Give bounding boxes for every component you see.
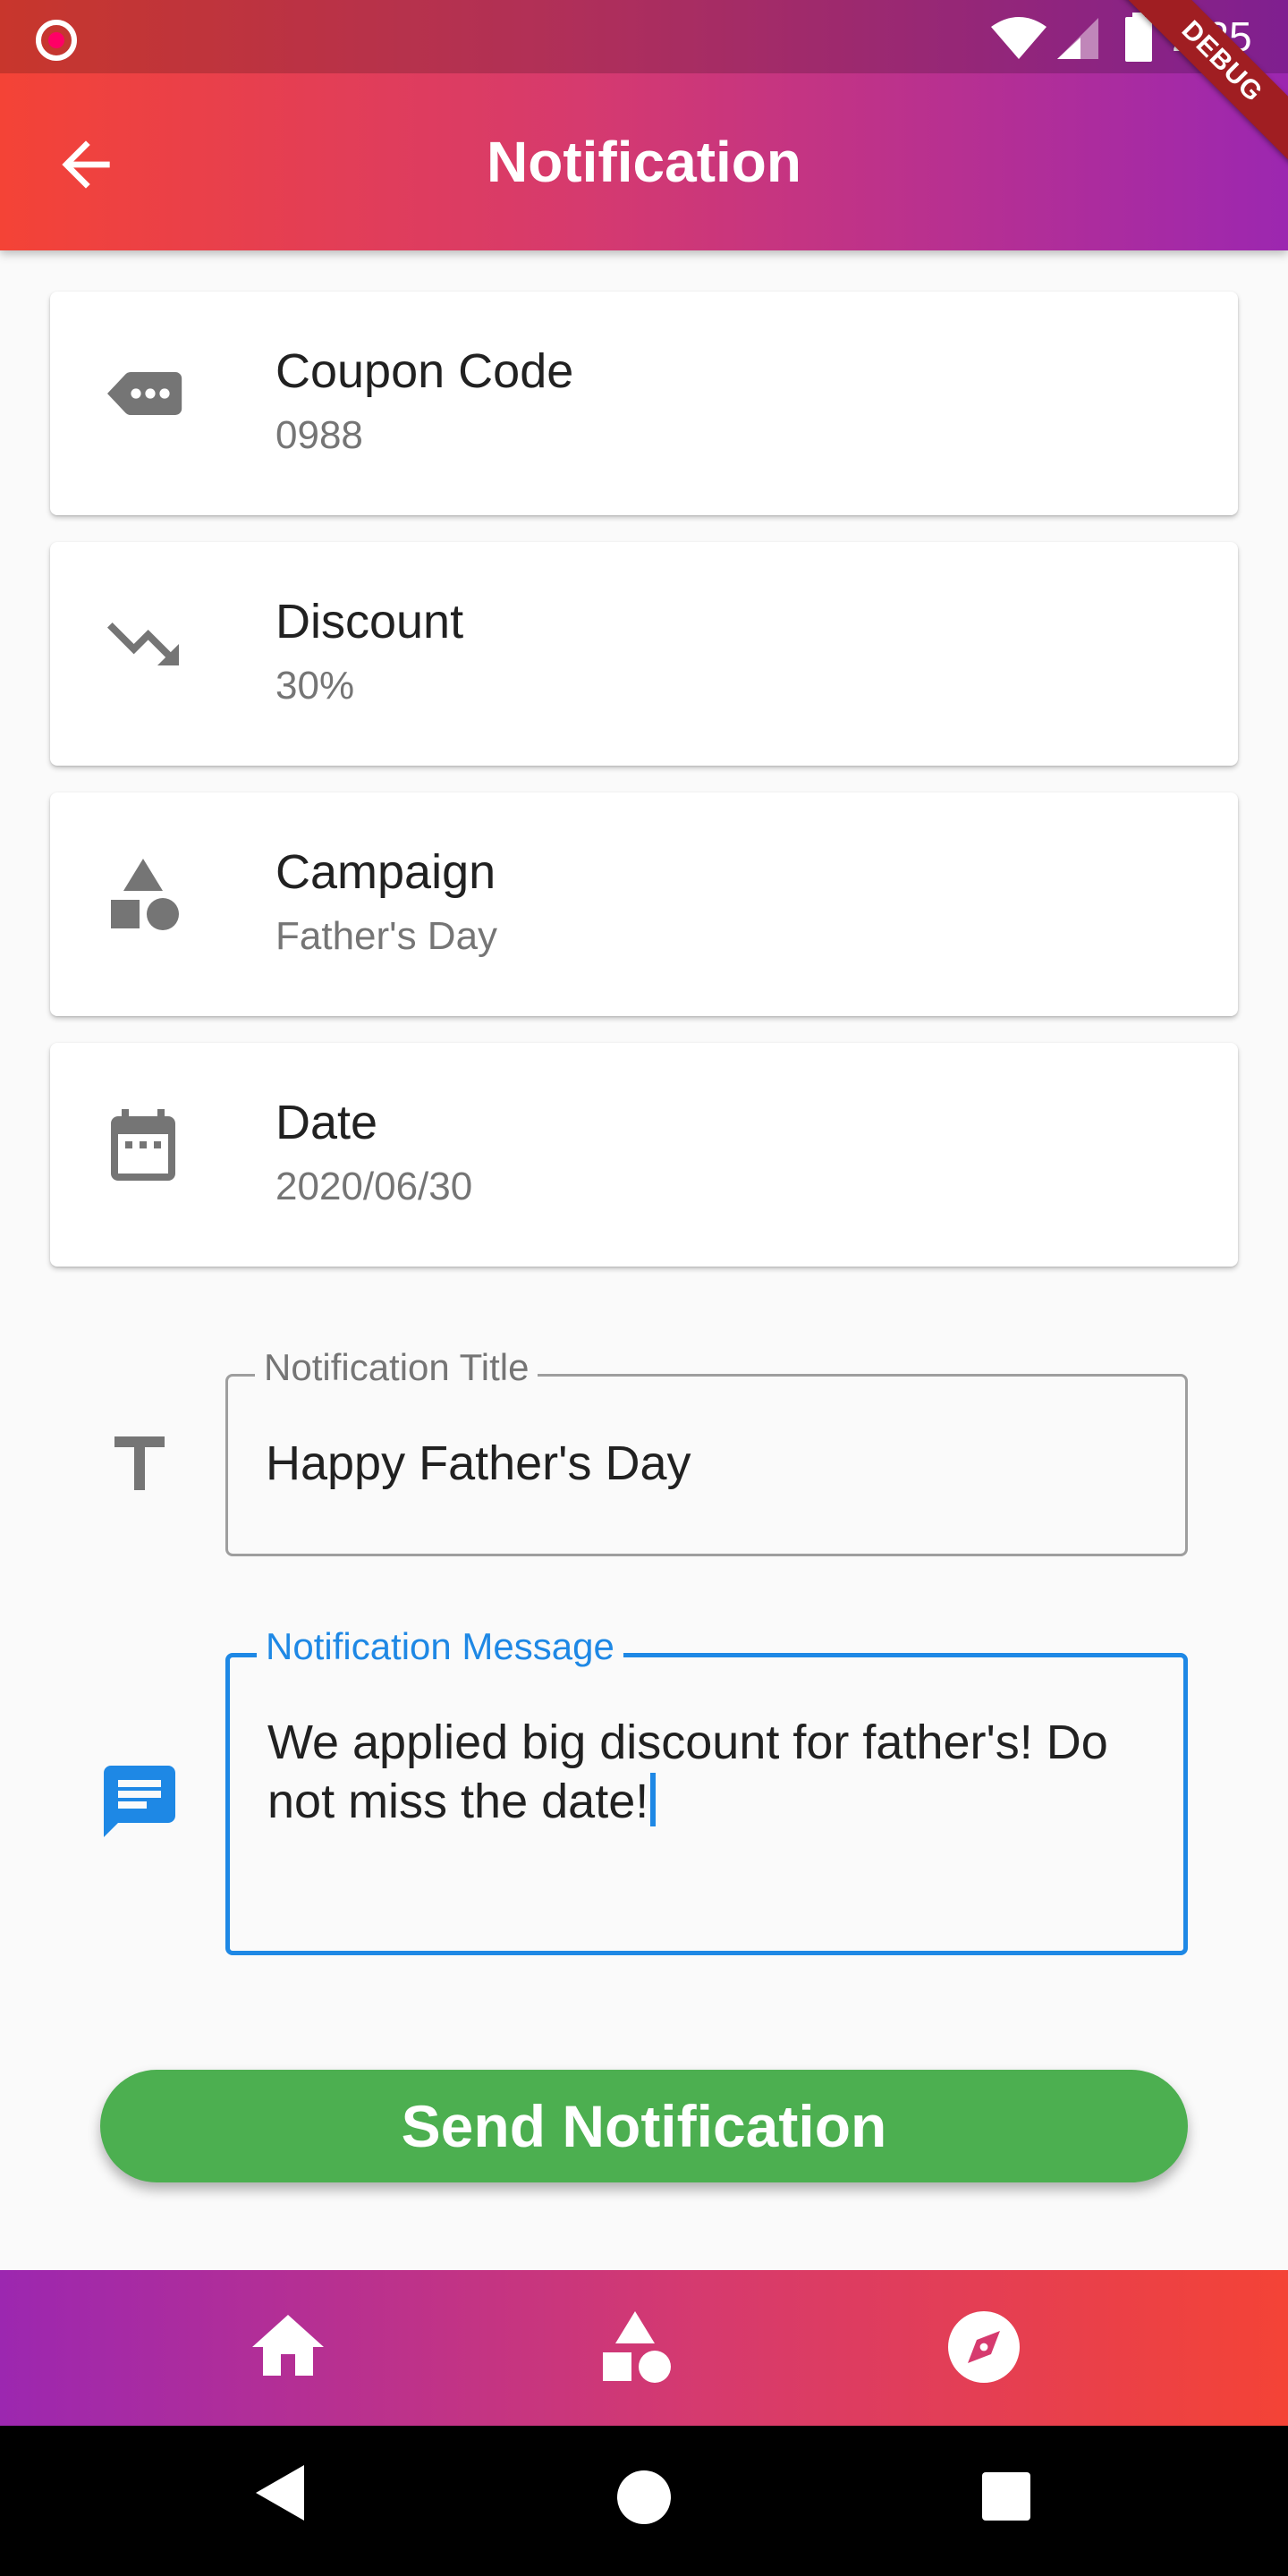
card-title: Discount — [275, 595, 464, 648]
field-label: Notification Message — [257, 1625, 623, 1668]
bottom-nav — [0, 2270, 1288, 2426]
wifi-icon — [991, 17, 1046, 59]
card-value: 30% — [275, 664, 355, 708]
calendar-icon — [111, 1109, 175, 1181]
status-bar: 2:25 — [0, 0, 1288, 73]
message-text: We applied big discount for father's! Do… — [267, 1716, 1108, 1828]
coupon-code-card: Coupon Code 0988 — [50, 292, 1238, 515]
field-value-wrapper[interactable]: We applied big discount for father's! Do… — [267, 1713, 1148, 1831]
notification-message-field[interactable]: Notification Message We applied big disc… — [225, 1625, 1188, 1955]
date-card: Date 2020/06/30 — [50, 1043, 1238, 1267]
shapes-icon — [111, 859, 179, 930]
campaign-card: Campaign Father's Day — [50, 792, 1238, 1016]
discount-card: Discount 30% — [50, 542, 1238, 766]
text-caret — [650, 1773, 657, 1826]
signal-icon — [1057, 18, 1098, 59]
message-icon — [104, 1766, 175, 1837]
notification-screen: 2:25 DEBUG Notification Coupon Code 0988… — [0, 0, 1288, 2576]
record-icon — [36, 20, 77, 61]
page-title: Notification — [487, 130, 801, 194]
system-nav-bar — [0, 2426, 1288, 2576]
trending-down-icon — [107, 623, 179, 665]
system-home-icon[interactable] — [617, 2470, 671, 2524]
app-bar: Notification — [0, 73, 1288, 250]
notification-title-field[interactable]: Notification Title Happy Father's Day — [225, 1346, 1188, 1556]
tag-icon — [107, 372, 182, 415]
card-value: Father's Day — [275, 914, 498, 958]
card-value: 0988 — [275, 413, 363, 457]
arrow-back-icon[interactable] — [50, 129, 122, 200]
card-title: Coupon Code — [275, 344, 574, 398]
system-back-icon[interactable] — [252, 2463, 306, 2522]
explore-icon[interactable] — [941, 2304, 1027, 2390]
home-icon[interactable] — [245, 2304, 331, 2390]
field-value[interactable]: Happy Father's Day — [266, 1434, 1149, 1493]
card-value: 2020/06/30 — [275, 1165, 473, 1208]
send-notification-button[interactable]: Send Notification — [100, 2070, 1188, 2182]
shapes-icon[interactable] — [592, 2304, 678, 2390]
title-text-icon — [114, 1436, 165, 1490]
field-label: Notification Title — [255, 1346, 538, 1389]
system-recents-icon[interactable] — [982, 2472, 1030, 2521]
card-title: Campaign — [275, 845, 496, 899]
card-title: Date — [275, 1096, 378, 1149]
